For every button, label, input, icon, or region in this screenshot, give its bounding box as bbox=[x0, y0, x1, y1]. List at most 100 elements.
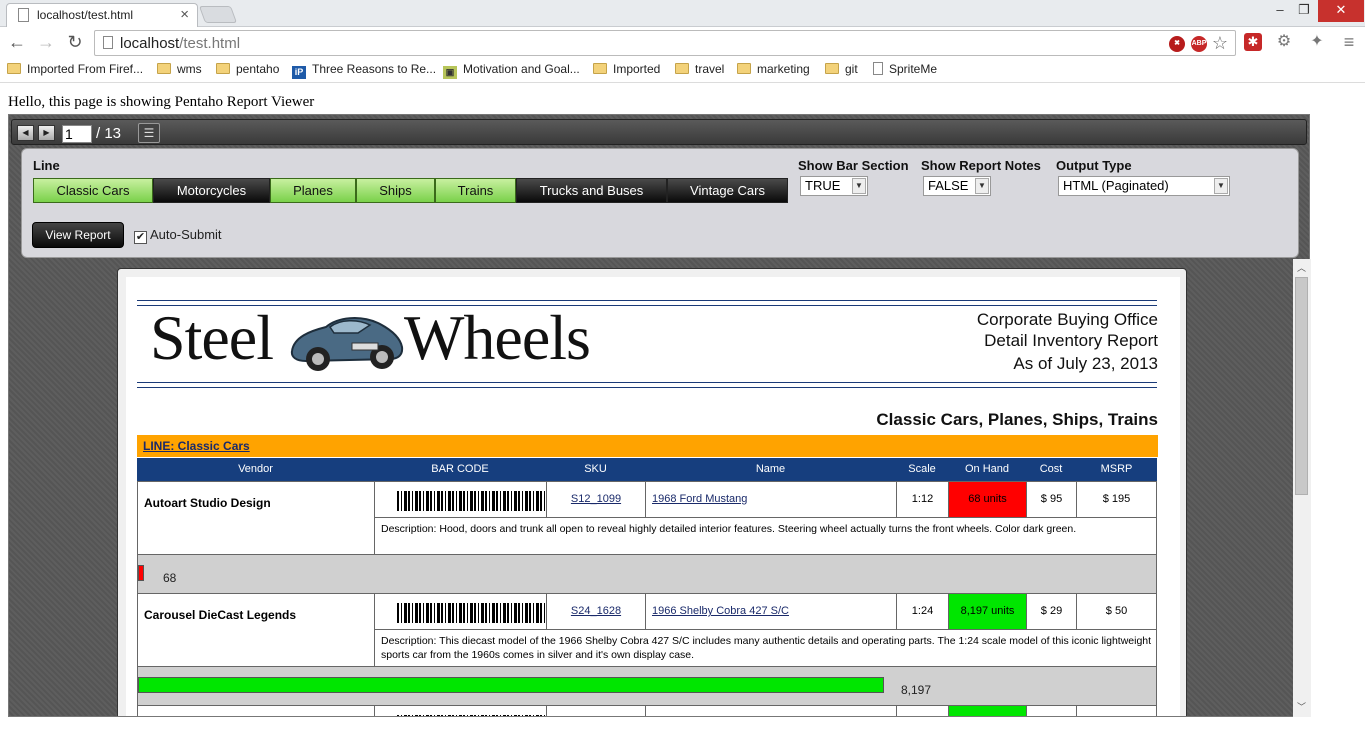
tools-icon[interactable]: ✦ bbox=[1308, 33, 1326, 51]
back-icon[interactable]: ← bbox=[6, 32, 28, 53]
folder-icon bbox=[737, 63, 751, 74]
page-icon bbox=[103, 36, 113, 49]
folder-icon bbox=[157, 63, 171, 74]
column-header-name: Name bbox=[645, 458, 896, 481]
vendor-cell: Carousel DieCast Legends bbox=[137, 593, 375, 667]
report-notes-select[interactable]: FALSE ▼ bbox=[923, 176, 991, 196]
toggle-params-icon[interactable]: ☰ bbox=[138, 123, 160, 143]
next-page-icon[interactable]: ▶ bbox=[38, 125, 55, 141]
barcode-image bbox=[397, 603, 545, 623]
description-cell: Description: Hood, doors and trunk all o… bbox=[374, 517, 1157, 555]
scroll-up-icon[interactable]: ︿ bbox=[1297, 261, 1306, 274]
bookmark-item[interactable]: iP Three Reasons to Re... bbox=[292, 62, 436, 79]
on-hand-cell: 8,197 units bbox=[948, 593, 1027, 630]
on-hand-cell bbox=[948, 705, 1027, 716]
line-option-motorcycles[interactable]: Motorcycles bbox=[153, 178, 270, 203]
column-header-sku: SKU bbox=[546, 458, 645, 481]
star-icon[interactable]: ☆ bbox=[1211, 34, 1229, 52]
bookmark-item[interactable]: marketing bbox=[737, 62, 810, 76]
cost-cell: $ 95 bbox=[1026, 481, 1077, 518]
page-icon bbox=[18, 8, 29, 22]
lastpass-icon[interactable]: ✱ bbox=[1244, 33, 1262, 51]
output-type-select[interactable]: HTML (Paginated) ▼ bbox=[1058, 176, 1230, 196]
header-line-date: As of July 23, 2013 bbox=[1013, 354, 1158, 373]
folder-icon bbox=[825, 63, 839, 74]
report-notes-label: Show Report Notes bbox=[921, 158, 1041, 173]
product-name-link[interactable]: 1966 Shelby Cobra 427 S/C bbox=[652, 605, 789, 617]
bookmark-item[interactable]: ▣ Motivation and Goal... bbox=[443, 62, 580, 79]
msrp-cell: $ 50 bbox=[1076, 593, 1157, 630]
url-text[interactable]: localhost/test.html bbox=[120, 35, 240, 52]
browser-tab-strip: localhost/test.html × – ❐ ✕ bbox=[0, 0, 1365, 27]
output-type-label: Output Type bbox=[1056, 158, 1132, 173]
bookmark-item[interactable]: Imported From Firef... bbox=[7, 62, 143, 76]
line-label: Line bbox=[33, 158, 60, 173]
scale-cell: 1:24 bbox=[896, 593, 949, 630]
column-header-msrp: MSRP bbox=[1076, 458, 1157, 481]
line-button-group: Classic Cars Motorcycles Planes Ships Tr… bbox=[33, 178, 788, 203]
reload-icon[interactable]: ↻ bbox=[64, 32, 86, 53]
sku-cell: S12_1099 bbox=[546, 481, 646, 518]
line-option-classic-cars[interactable]: Classic Cars bbox=[33, 178, 153, 203]
bar-section-label: Show Bar Section bbox=[798, 158, 909, 173]
block-icon[interactable]: ✖ bbox=[1169, 36, 1185, 52]
page-number-input[interactable]: 1 bbox=[62, 125, 92, 143]
parameter-panel: Line Classic Cars Motorcycles Planes Shi… bbox=[21, 148, 1299, 258]
sku-link[interactable]: S12_1099 bbox=[571, 493, 621, 505]
new-tab-button[interactable] bbox=[198, 6, 238, 23]
header-rule bbox=[137, 382, 1157, 383]
tab-title: localhost/test.html bbox=[37, 8, 134, 22]
line-option-trucks-and-buses[interactable]: Trucks and Buses bbox=[516, 178, 667, 203]
prev-page-icon[interactable]: ◀ bbox=[17, 125, 34, 141]
ip-icon: iP bbox=[292, 66, 306, 79]
report-page: Steel Wheels Corporate Buying Office Det… bbox=[126, 277, 1180, 716]
bookmark-item[interactable]: pentaho bbox=[216, 62, 279, 76]
line-group-header: LINE: Classic Cars bbox=[137, 435, 1158, 457]
page-total: / 13 bbox=[96, 125, 122, 142]
report-scrollbar[interactable]: ︿ ﹀ bbox=[1293, 259, 1311, 717]
gear-icon[interactable]: ⚙ bbox=[1275, 33, 1293, 51]
checkbox-icon[interactable]: ✔ bbox=[134, 231, 147, 244]
tab-close-icon[interactable]: × bbox=[180, 6, 189, 23]
cost-cell bbox=[1026, 705, 1077, 716]
bookmark-item[interactable]: git bbox=[825, 62, 858, 76]
msrp-cell bbox=[1076, 705, 1157, 716]
line-option-trains[interactable]: Trains bbox=[435, 178, 516, 203]
chevron-down-icon: ▼ bbox=[975, 178, 989, 194]
address-bar[interactable]: localhost/test.html ✖ ABP ☆ bbox=[94, 30, 1236, 56]
bookmark-item[interactable]: SpriteMe bbox=[873, 62, 937, 76]
bookmark-item[interactable]: travel bbox=[675, 62, 724, 76]
scroll-thumb[interactable] bbox=[1295, 277, 1308, 495]
product-name-link[interactable]: 1968 Ford Mustang bbox=[652, 493, 747, 505]
browser-tab[interactable]: localhost/test.html × bbox=[6, 3, 198, 27]
forward-icon[interactable]: → bbox=[35, 32, 57, 53]
scroll-down-icon[interactable]: ﹀ bbox=[1297, 700, 1306, 713]
folder-icon bbox=[675, 63, 689, 74]
sku-link[interactable]: S24_1628 bbox=[571, 605, 621, 617]
view-report-button[interactable]: View Report bbox=[32, 222, 124, 248]
cube-icon: ▣ bbox=[443, 66, 457, 79]
window-close-button[interactable]: ✕ bbox=[1318, 0, 1364, 22]
barcode-cell bbox=[374, 705, 547, 716]
line-option-planes[interactable]: Planes bbox=[270, 178, 356, 203]
product-name-cell: 1966 Shelby Cobra 427 S/C bbox=[645, 593, 897, 630]
header-rule bbox=[137, 300, 1157, 301]
header-rule bbox=[137, 387, 1157, 388]
line-option-vintage-cars[interactable]: Vintage Cars bbox=[667, 178, 788, 203]
menu-icon[interactable]: ≡ bbox=[1340, 33, 1358, 51]
auto-submit-checkbox[interactable]: ✔ Auto-Submit bbox=[134, 227, 222, 244]
bar-section-select[interactable]: TRUE ▼ bbox=[800, 176, 868, 196]
browser-toolbar: ← → ↻ localhost/test.html ✖ ABP ☆ ✱ ⚙ ✦ … bbox=[0, 28, 1365, 58]
inventory-bar bbox=[138, 677, 884, 693]
on-hand-cell: 68 units bbox=[948, 481, 1027, 518]
chevron-down-icon: ▼ bbox=[852, 178, 866, 194]
bookmark-item[interactable]: wms bbox=[157, 62, 202, 76]
adblock-icon[interactable]: ABP bbox=[1191, 36, 1207, 52]
pagination-toolbar: ◀ ▶ 1 / 13 ☰ bbox=[11, 119, 1307, 145]
restore-button[interactable]: ❐ bbox=[1289, 0, 1319, 22]
line-option-ships[interactable]: Ships bbox=[356, 178, 435, 203]
bookmark-item[interactable]: Imported bbox=[593, 62, 660, 76]
scale-cell: 1:12 bbox=[896, 481, 949, 518]
column-header-cost: Cost bbox=[1026, 458, 1076, 481]
inventory-bar bbox=[138, 565, 144, 581]
